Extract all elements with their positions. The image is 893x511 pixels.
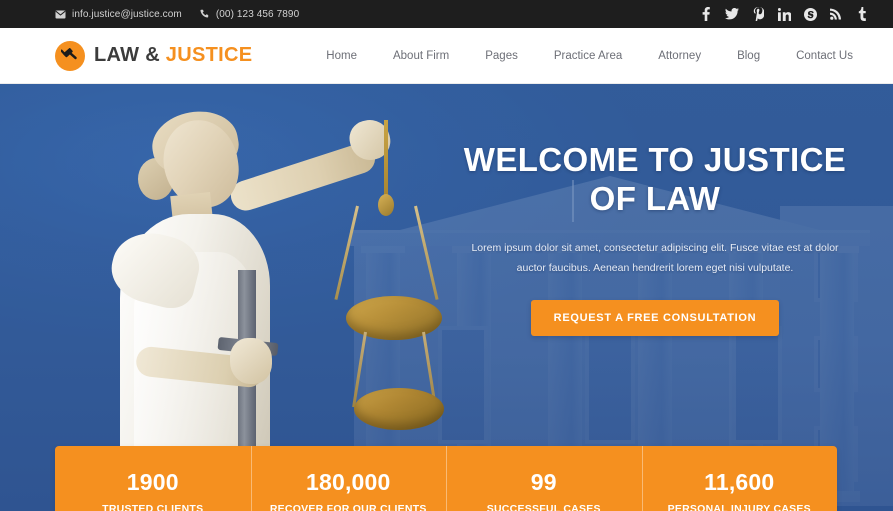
nav-item-practice-area[interactable]: Practice Area [536, 44, 640, 68]
email-text: info.justice@justice.com [72, 8, 182, 20]
nav-item-attorney[interactable]: Attorney [640, 44, 719, 68]
hero-copy: WELCOME TO JUSTICE OF LAW Lorem ipsum do… [455, 140, 855, 337]
phone-text: (00) 123 456 7890 [215, 8, 300, 20]
stat-label: RECOVER FOR OUR CLIENTS [269, 503, 427, 511]
tumblr-icon[interactable] [849, 1, 875, 27]
hero-title-line-2: OF LAW [589, 180, 721, 218]
stat-label: PERSONAL INJURY CASES [667, 503, 811, 511]
rss-icon[interactable] [823, 1, 849, 27]
hero-banner: WELCOME TO JUSTICE OF LAW Lorem ipsum do… [0, 84, 893, 511]
stat-personal-injury-cases: 11,600 PERSONAL INJURY CASES [641, 446, 838, 511]
phone-contact[interactable]: (00) 123 456 7890 [200, 9, 299, 20]
stat-value: 11,600 [704, 469, 775, 495]
twitter-icon[interactable] [719, 1, 745, 27]
facebook-icon[interactable] [693, 1, 719, 27]
linkedin-icon[interactable] [771, 1, 797, 27]
hero-subtitle-line-1: Lorem ipsum dolor sit amet, consectetur … [471, 241, 839, 254]
social-links [693, 1, 875, 27]
stat-label: SUCCESSFUL CASES [486, 503, 601, 511]
logo-text: LAW & JUSTICE [94, 44, 252, 67]
logo-primary: LAW & [94, 44, 160, 66]
stat-recover-for-our-clients: 180,000 RECOVER FOR OUR CLIENTS [250, 446, 447, 511]
contact-group: info.justice@justice.com (00) 123 456 78… [55, 9, 299, 20]
email-contact[interactable]: info.justice@justice.com [55, 9, 182, 20]
phone-icon [200, 9, 210, 19]
nav-item-blog[interactable]: Blog [719, 44, 778, 68]
pinterest-icon[interactable] [745, 1, 771, 27]
nav-item-pages[interactable]: Pages [467, 44, 536, 68]
scales-of-justice [334, 120, 468, 430]
stats-bar: 1900 TRUSTED CLIENTS 180,000 RECOVER FOR… [55, 446, 837, 511]
stat-value: 180,000 [305, 469, 391, 495]
nav-item-contact-us[interactable]: Contact Us [778, 44, 873, 68]
stat-trusted-clients: 1900 TRUSTED CLIENTS [55, 446, 251, 511]
envelope-icon [55, 10, 66, 19]
hero-title: WELCOME TO JUSTICE OF LAW [455, 140, 855, 219]
site-logo[interactable]: LAW & JUSTICE [55, 40, 252, 71]
logo-accent: JUSTICE [165, 44, 253, 66]
top-contact-bar: info.justice@justice.com (00) 123 456 78… [0, 0, 893, 28]
nav-item-about-firm[interactable]: About Firm [375, 44, 467, 68]
skype-icon[interactable] [797, 1, 823, 27]
stat-successful-cases: 99 SUCCESSFUL CASES [446, 446, 642, 511]
nav-item-home[interactable]: Home [308, 44, 375, 68]
stat-value: 99 [530, 469, 557, 495]
hero-subtitle: Lorem ipsum dolor sit amet, consectetur … [455, 238, 855, 279]
main-navigation: Home About Firm Pages Practice Area Atto… [308, 44, 873, 68]
request-consultation-button[interactable]: REQUEST A FREE CONSULTATION [530, 300, 780, 337]
stat-value: 1900 [126, 469, 179, 495]
hero-title-line-1: WELCOME TO JUSTICE [463, 141, 847, 178]
stat-label: TRUSTED CLIENTS [102, 503, 204, 511]
hero-subtitle-line-2: auctor faucibus. Aenean hendrerit lorem … [516, 262, 794, 274]
gavel-icon [55, 40, 85, 71]
site-header: LAW & JUSTICE Home About Firm Pages Prac… [0, 28, 893, 84]
